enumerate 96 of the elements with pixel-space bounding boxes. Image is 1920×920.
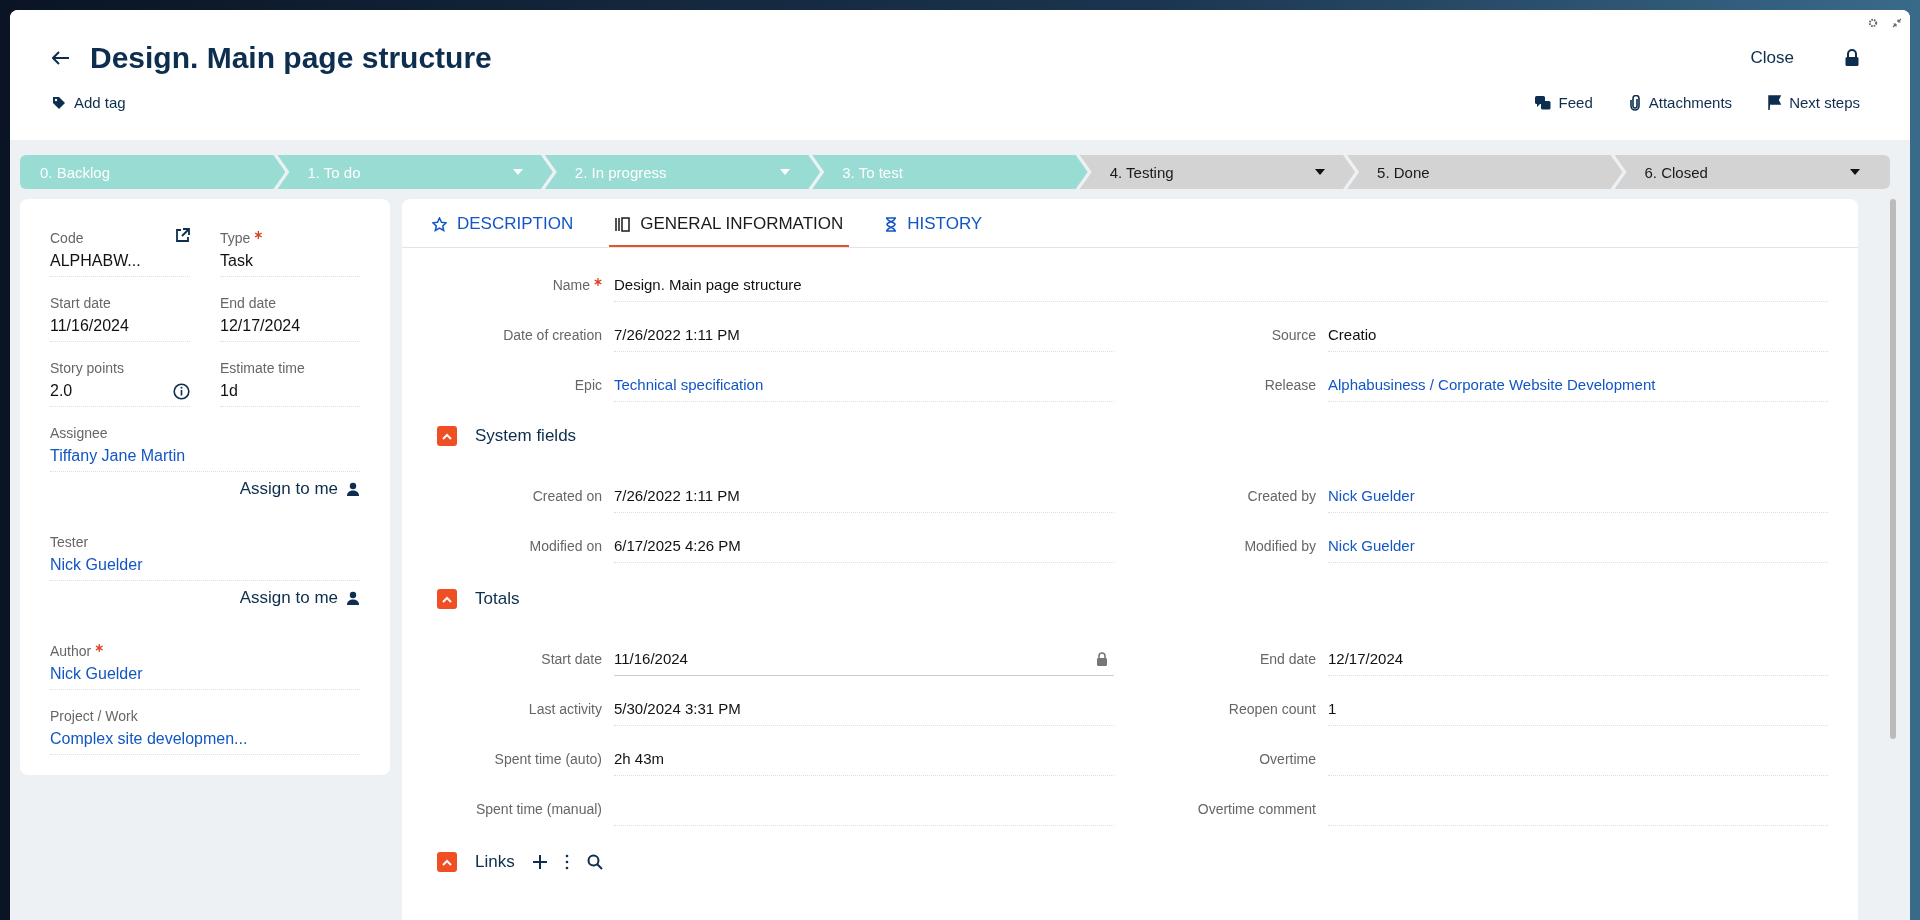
book-icon (615, 216, 631, 232)
stage-step[interactable]: 6. Closed (1614, 155, 1890, 189)
tab[interactable]: DESCRIPTION (426, 199, 580, 247)
field[interactable]: 5/30/2024 3:31 PM (614, 692, 1114, 726)
field[interactable]: 12/17/2024 (1328, 642, 1828, 676)
caret-icon[interactable] (1315, 169, 1326, 175)
stage-step[interactable]: 5. Done (1347, 155, 1623, 189)
stage-step[interactable]: 4. Testing (1079, 155, 1356, 189)
settings-icon[interactable] (1868, 18, 1878, 28)
field-value: 1d (220, 382, 238, 400)
add-icon[interactable] (532, 855, 547, 869)
field[interactable]: Alphabusiness / Corporate Website Development (1328, 368, 1828, 402)
field-link[interactable]: Nick Guelder (50, 556, 143, 574)
field[interactable]: 2h 43m (614, 742, 1114, 776)
add-tag-button[interactable]: Add tag (52, 94, 126, 111)
chevron-up-icon (442, 432, 452, 440)
hourglass-icon (885, 216, 898, 232)
field-label: Code (50, 230, 84, 246)
field-label: Start date (541, 651, 602, 667)
attachments-button[interactable]: Attachments (1628, 94, 1733, 111)
field-label: Date of creation (503, 327, 602, 343)
field[interactable]: Nick Guelder (1328, 529, 1828, 563)
tag-icon (52, 95, 66, 110)
next-steps-button[interactable]: Next steps (1768, 94, 1860, 111)
field-value: 12/17/2024 (220, 317, 301, 335)
field-label: Created by (1247, 488, 1316, 504)
field-label: Project / Work (50, 708, 138, 724)
field-value: 2.0 (50, 382, 73, 400)
collapse-icon[interactable] (1892, 18, 1902, 28)
back-arrow-icon[interactable] (52, 51, 70, 65)
flag-icon (1768, 95, 1782, 110)
star-icon (432, 216, 447, 232)
field-label: Last activity (528, 701, 602, 717)
field-label: Assignee (50, 425, 108, 441)
field[interactable]: 6/17/2025 4:26 PM (614, 529, 1114, 563)
field-label: Modified on (529, 538, 602, 554)
field-link[interactable]: Tiffany Jane Martin (50, 447, 186, 465)
section-title: Links (475, 852, 515, 872)
close-button[interactable]: Close (1750, 48, 1794, 68)
field[interactable]: Technical specification (614, 368, 1114, 402)
field-label: Tester (50, 534, 89, 550)
search-icon[interactable] (586, 854, 603, 870)
collapse-toggle[interactable] (437, 852, 457, 872)
chevron-up-icon (442, 858, 452, 866)
field-label: Type (220, 230, 263, 246)
field[interactable]: 7/26/2022 1:11 PM (614, 479, 1114, 513)
paperclip-icon (1628, 94, 1641, 111)
field-label: Source (1271, 327, 1316, 343)
chat-icon (1534, 95, 1551, 110)
person-icon (346, 591, 360, 605)
field-label: Overtime comment (1197, 801, 1316, 817)
field-label: Story points (50, 360, 124, 376)
field-link[interactable]: Complex site developmen... (50, 730, 248, 748)
page-title: Design. Main page structure (90, 41, 492, 75)
open-link-icon[interactable] (175, 227, 190, 243)
tab[interactable]: GENERAL INFORMATION (609, 199, 850, 247)
field-label: Epic (574, 377, 602, 393)
field-label: Author (50, 643, 104, 659)
collapse-toggle[interactable] (437, 426, 457, 446)
field[interactable]: Nick Guelder (1328, 479, 1828, 513)
field[interactable]: Creatio (1328, 318, 1828, 352)
field-label: Reopen count (1228, 701, 1316, 717)
field-link[interactable]: Nick Guelder (50, 665, 143, 683)
section-title: System fields (475, 426, 577, 446)
person-icon (346, 482, 360, 496)
field-label: Overtime (1259, 751, 1316, 767)
field-label: End date (220, 295, 277, 311)
field-label: Modified by (1244, 538, 1316, 554)
more-icon[interactable] (564, 854, 569, 870)
field-value: 11/16/2024 (50, 317, 129, 335)
field-label: Estimate time (220, 360, 305, 376)
field-label: Name (552, 277, 602, 293)
feed-button[interactable]: Feed (1534, 94, 1593, 111)
assign-to-me-button[interactable]: Assign to me (239, 477, 360, 501)
field-label: Spent time (auto) (494, 751, 602, 767)
field[interactable]: Design. Main page structure (614, 268, 1828, 302)
field-label: Created on (532, 488, 602, 504)
chevron-up-icon (442, 595, 452, 603)
field-value: ALPHABW... (50, 252, 141, 270)
lock-icon[interactable] (1844, 49, 1860, 67)
caret-icon[interactable] (1849, 169, 1860, 175)
field-label: Release (1264, 377, 1316, 393)
section-title: Totals (475, 589, 520, 609)
field-label: End date (1259, 651, 1316, 667)
tab[interactable]: HISTORY (879, 199, 989, 247)
locked-field[interactable]: 11/16/2024 (614, 642, 1114, 676)
info-icon[interactable] (173, 382, 190, 400)
collapse-toggle[interactable] (437, 589, 457, 609)
lock-icon (1096, 651, 1108, 666)
field-value: Task (220, 252, 253, 270)
field[interactable]: 1 (1328, 692, 1828, 726)
field-label: Start date (50, 295, 111, 311)
field-label: Spent time (manual) (475, 801, 602, 817)
field[interactable]: 7/26/2022 1:11 PM (614, 318, 1114, 352)
assign-to-me-button[interactable]: Assign to me (239, 586, 360, 610)
scrollbar-thumb[interactable] (1890, 199, 1896, 739)
